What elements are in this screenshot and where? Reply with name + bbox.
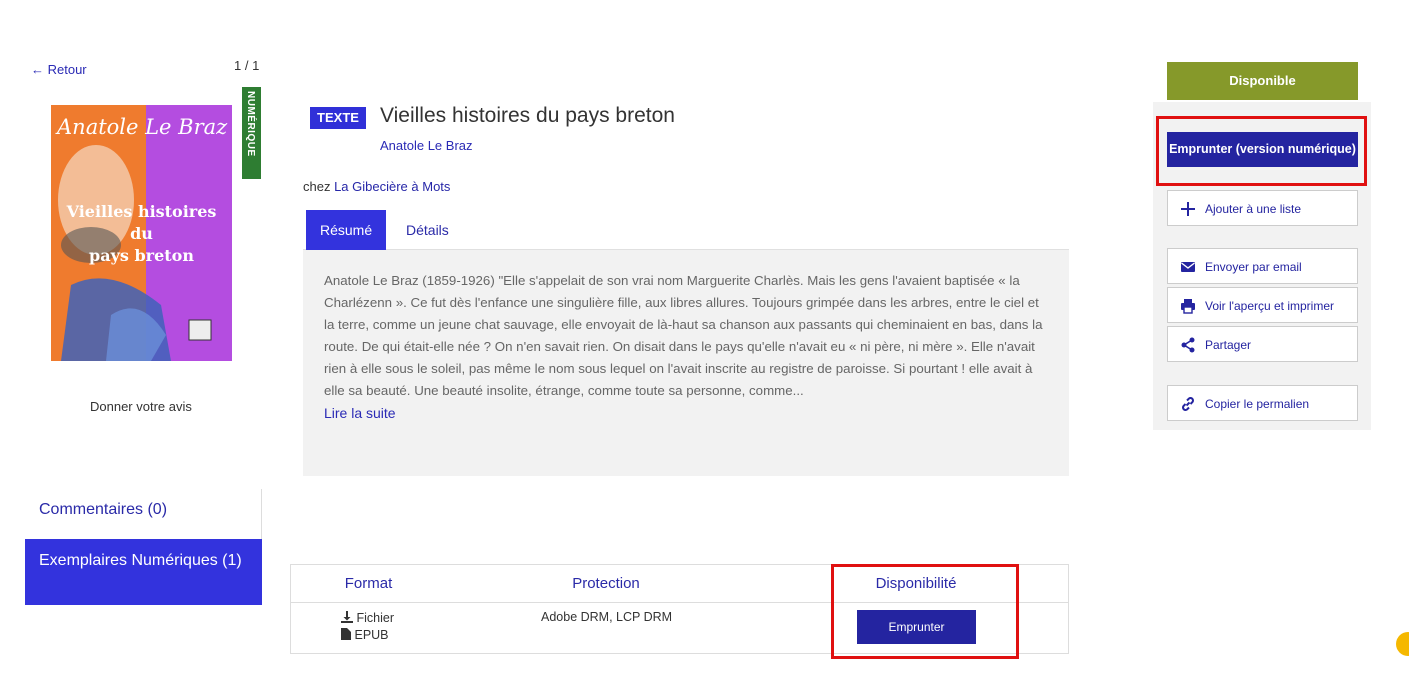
email-button[interactable]: Envoyer par email [1167, 248, 1358, 284]
file-type-line: EPUB [341, 627, 394, 644]
chat-widget-icon[interactable] [1396, 632, 1409, 656]
result-counter: 1 / 1 [234, 58, 260, 73]
tab-digital-copies[interactable]: Exemplaires Numériques (1) [25, 539, 262, 605]
copy-permalink-button[interactable]: Copier le permalien [1167, 385, 1358, 421]
print-button[interactable]: Voir l'aperçu et imprimer [1167, 287, 1358, 323]
summary-panel: Anatole Le Braz (1859-1926) "Elle s'appe… [303, 250, 1069, 476]
review-link[interactable]: Donner votre avis [90, 399, 192, 414]
availability-status: Disponible [1167, 62, 1358, 100]
file-format-line: Fichier [341, 610, 394, 627]
book-cover[interactable]: Anatole Le Braz Vieilles histoires du pa… [51, 105, 232, 361]
highlight-box [831, 564, 1019, 659]
publisher-prefix: chez [303, 179, 335, 194]
tab-comments[interactable]: Commentaires (0) [25, 489, 262, 539]
publisher-line: chez La Gibecière à Mots [303, 179, 450, 194]
tab-details[interactable]: Détails [392, 210, 463, 250]
highlight-box [1156, 116, 1367, 186]
share-button[interactable]: Partager [1167, 326, 1358, 362]
tab-summary[interactable]: Résumé [306, 210, 387, 250]
read-more-link[interactable]: Lire la suite [324, 402, 1048, 424]
plus-icon [1181, 202, 1195, 216]
envelope-icon [1181, 262, 1195, 272]
share-label: Partager [1205, 338, 1252, 352]
format-type: EPUB [354, 628, 389, 642]
format-cell: Fichier EPUB [341, 610, 394, 644]
digital-ribbon: NUMÉRIQUE [242, 87, 261, 179]
digital-ribbon-label: NUMÉRIQUE [245, 91, 256, 157]
author-link[interactable]: Anatole Le Braz [380, 138, 473, 153]
cover-title-text: Vieilles histoires du pays breton [51, 201, 232, 267]
add-to-list-button[interactable]: Ajouter à une liste [1167, 190, 1358, 226]
cover-author-text: Anatole Le Braz [57, 115, 228, 139]
file-icon [341, 628, 351, 640]
email-label: Envoyer par email [1205, 260, 1302, 274]
record-tabs: Résumé Détails [303, 210, 1069, 250]
format-label: Fichier [356, 611, 394, 625]
copy-permalink-label: Copier le permalien [1205, 397, 1310, 411]
download-icon [341, 611, 353, 623]
cover-title-line: pays breton [89, 246, 194, 265]
cover-title-line: du [130, 224, 153, 243]
add-to-list-label: Ajouter à une liste [1205, 202, 1302, 216]
print-label: Voir l'aperçu et imprimer [1205, 299, 1334, 313]
link-icon [1182, 397, 1194, 411]
cover-title-line: Vieilles histoires [66, 202, 217, 221]
printer-icon [1181, 299, 1195, 314]
back-link[interactable]: ← Retour [31, 62, 87, 77]
column-header-format: Format [344, 575, 393, 592]
page-title: Vieilles histoires du pays breton [380, 104, 675, 127]
protection-cell: Adobe DRM, LCP DRM [541, 610, 673, 624]
publisher-link[interactable]: La Gibecière à Mots [334, 179, 450, 194]
summary-text: Anatole Le Braz (1859-1926) "Elle s'appe… [324, 273, 1043, 398]
type-badge: TEXTE [310, 107, 366, 129]
share-icon [1181, 337, 1195, 353]
column-header-protection: Protection [572, 575, 640, 592]
